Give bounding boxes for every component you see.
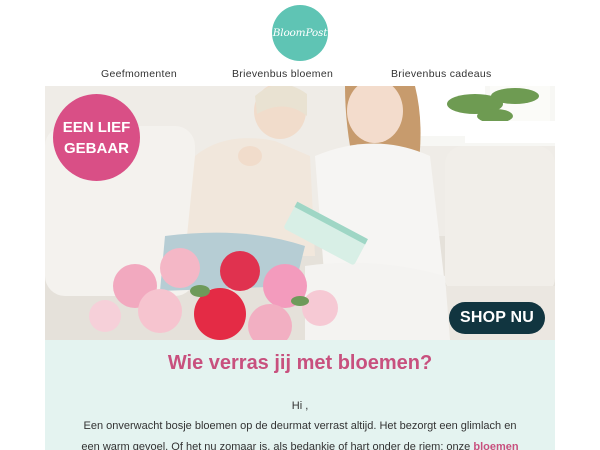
badge-line-1: EEN LIEF <box>62 118 131 136</box>
een-lief-gebaar-badge: EEN LIEF GEBAAR <box>53 94 140 181</box>
body-text-line-1: Een onverwacht bosje bloemen op de deurm… <box>83 420 517 432</box>
bloemen-link[interactable]: bloemen <box>473 441 518 450</box>
main-nav: Geefmomenten Brievenbus bloemen Brievenb… <box>0 68 600 84</box>
nav-geefmomenten[interactable]: Geefmomenten <box>101 68 177 80</box>
bloompost-logo[interactable]: BloomPost <box>272 5 328 61</box>
logo-text: BloomPost <box>272 27 328 39</box>
shop-nu-button[interactable]: SHOP NU <box>449 302 545 334</box>
badge-line-2: GEBAAR <box>63 139 129 157</box>
body-text-line-2: een warm gevoel. Of het nu zomaar is, al… <box>45 441 555 450</box>
headline: Wie verras jij met bloemen? <box>167 352 433 374</box>
greeting: Hi , <box>291 400 309 412</box>
nav-brievenbus-cadeaus[interactable]: Brievenbus cadeaus <box>391 68 492 80</box>
body-text-line-2-text: een warm gevoel. Of het nu zomaar is, al… <box>81 441 474 450</box>
nav-brievenbus-bloemen[interactable]: Brievenbus bloemen <box>232 68 333 80</box>
